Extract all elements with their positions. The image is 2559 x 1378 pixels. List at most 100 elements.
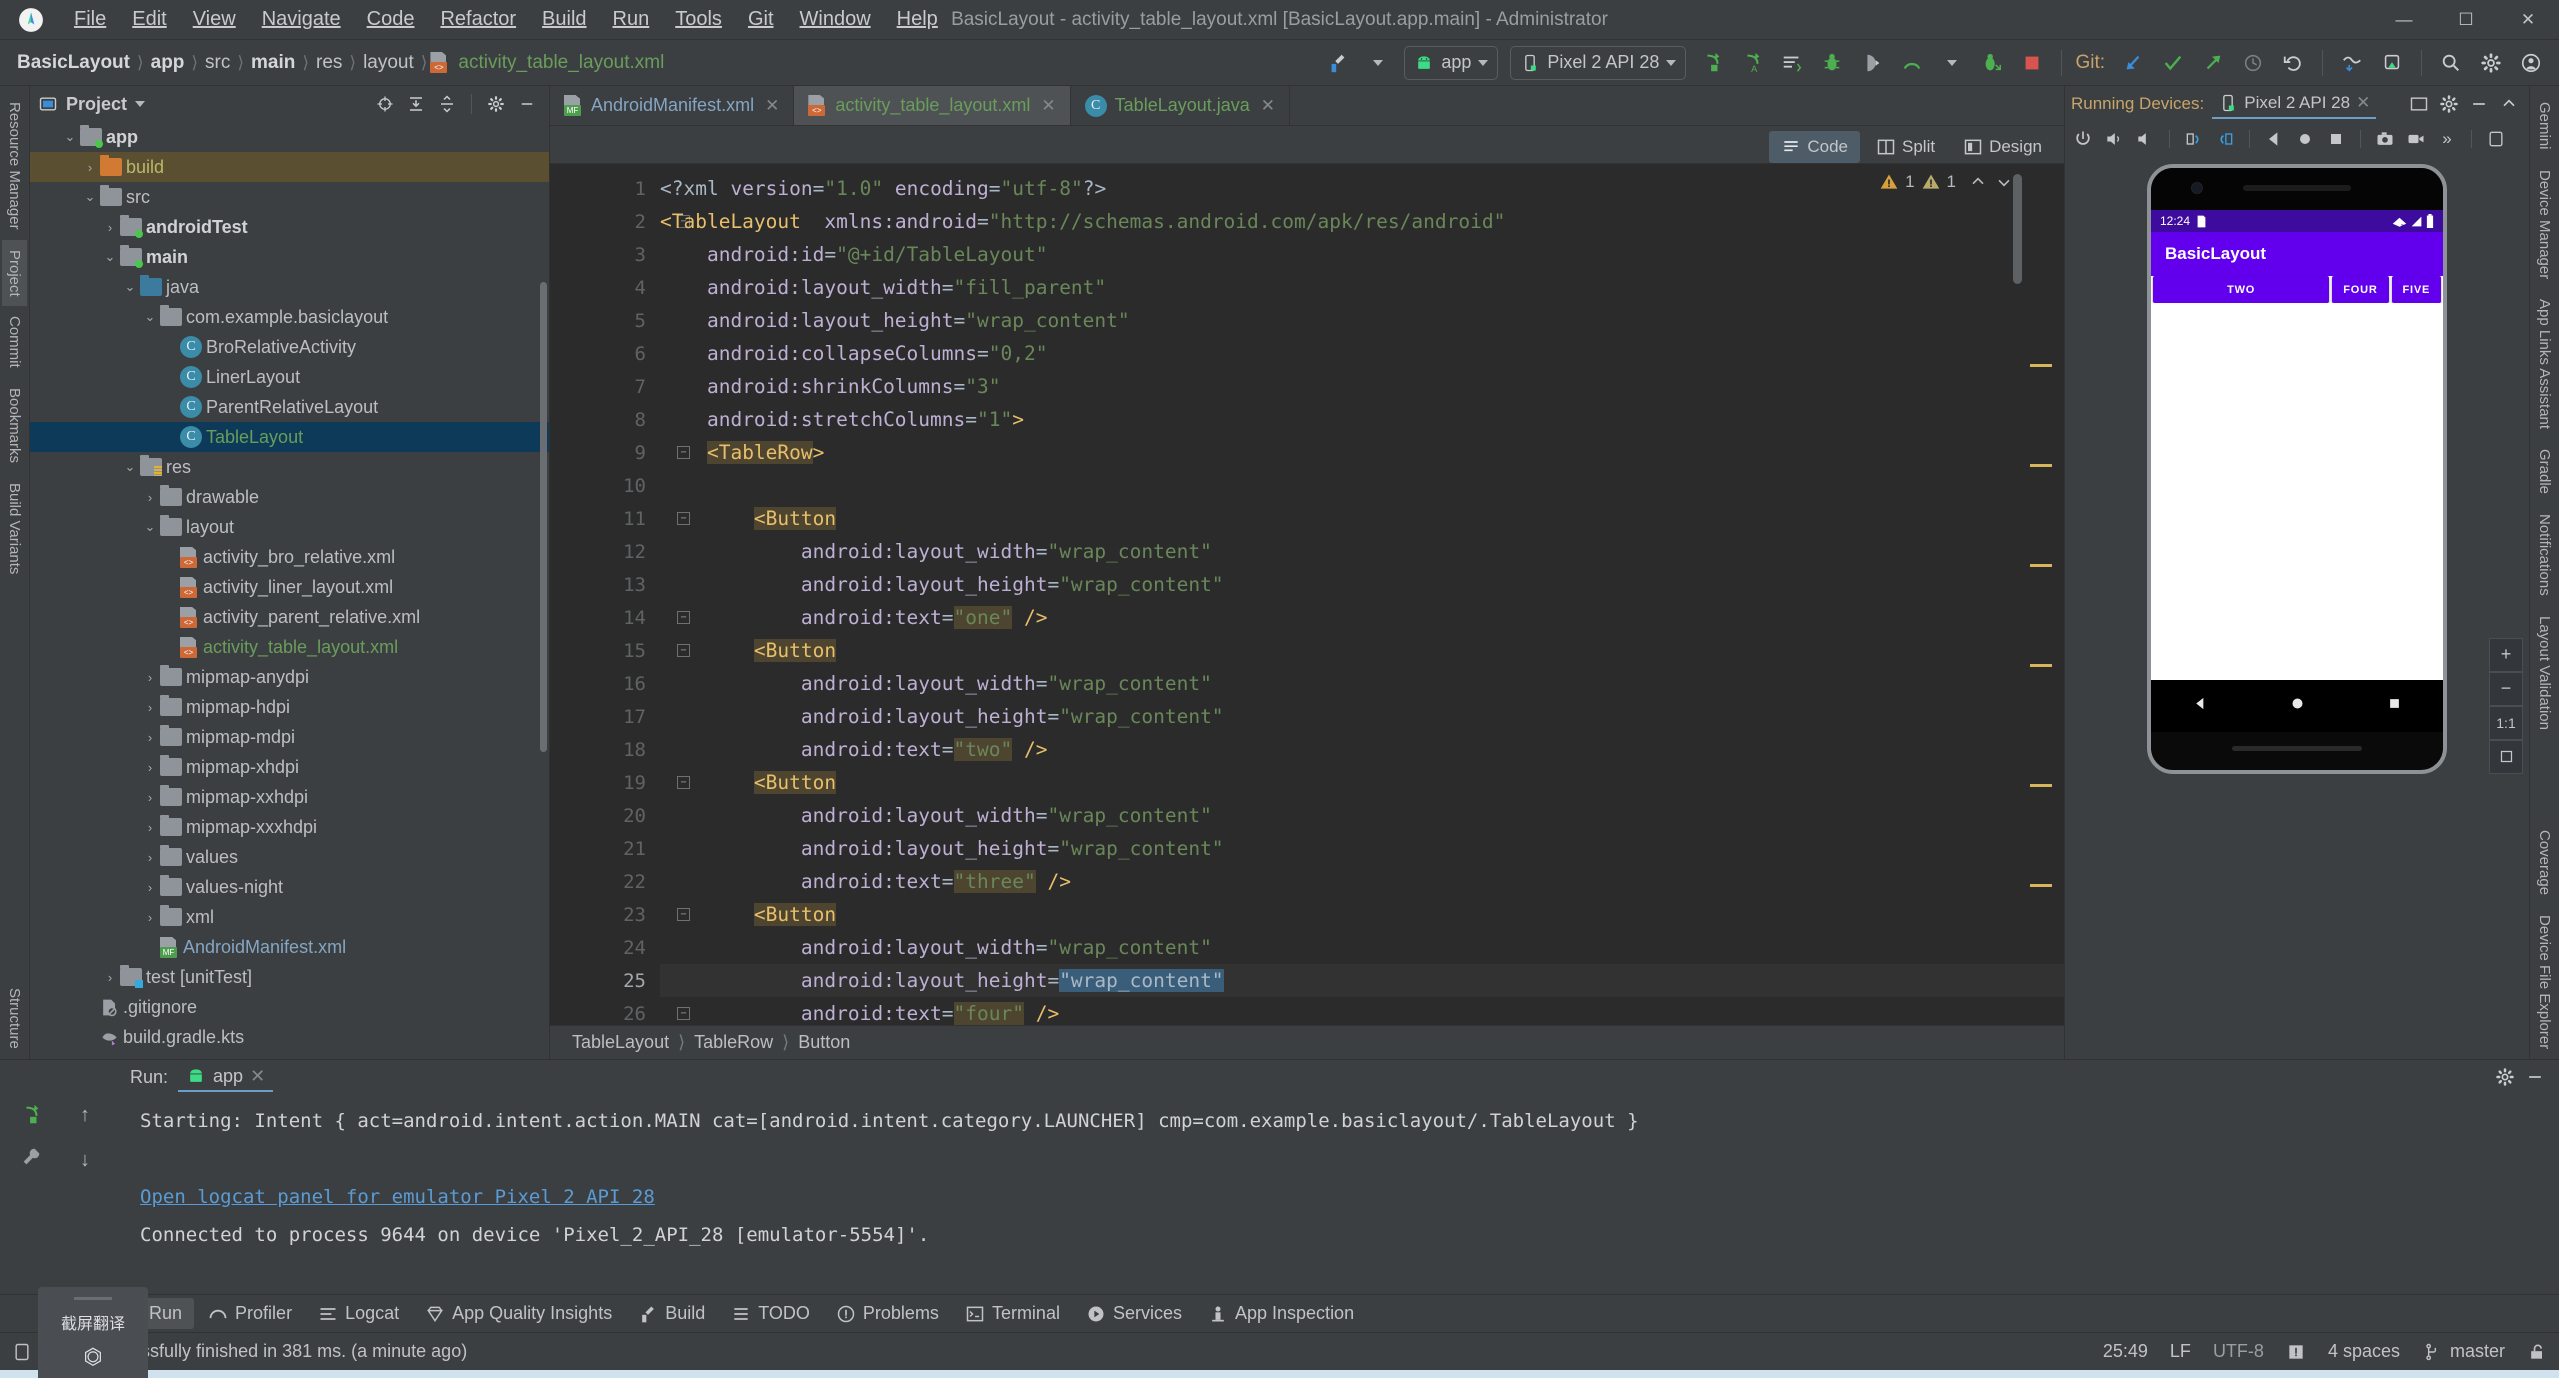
screenshot-icon[interactable] <box>2371 126 2399 152</box>
tree-node[interactable]: › mipmap-xhdpi <box>30 752 549 782</box>
code-line[interactable]: android:collapseColumns="0,2" <box>660 337 2064 370</box>
tree-node[interactable]: C TableLayout <box>30 422 549 452</box>
code-line[interactable]: <?xml version="1.0" encoding="utf-8"?> <box>660 172 2064 205</box>
device-selector[interactable]: Pixel 2 API 28 <box>1510 45 1687 80</box>
menu-edit[interactable]: Edit <box>120 5 178 34</box>
rail-gemini[interactable]: Gemini <box>2532 92 2557 160</box>
chevron-down-icon[interactable]: ⌄ <box>140 309 160 325</box>
line-separator[interactable]: LF <box>2170 1341 2191 1362</box>
chevron-right-icon[interactable]: › <box>100 220 120 235</box>
gear-icon[interactable] <box>2491 1064 2519 1090</box>
menu-run[interactable]: Run <box>601 5 662 34</box>
rail-coverage[interactable]: Coverage <box>2532 820 2557 905</box>
hide-panel-icon[interactable] <box>2521 1064 2549 1090</box>
caret-position[interactable]: 25:49 <box>2103 1341 2148 1362</box>
tree-node[interactable]: <> activity_bro_relative.xml <box>30 542 549 572</box>
code-line[interactable]: android:text="three" /> <box>660 865 2064 898</box>
chevron-down-icon[interactable]: ⌄ <box>80 189 100 205</box>
read-only-icon[interactable] <box>2286 1342 2306 1362</box>
tool-window-app-quality-insights[interactable]: App Quality Insights <box>413 1298 624 1329</box>
attach-debugger-icon[interactable] <box>1854 46 1890 80</box>
stop-button[interactable] <box>2014 46 2050 80</box>
emulator-screen[interactable]: 12:24 x BasicLayout TWO FOUR FIVE <box>2151 210 2443 680</box>
tree-node[interactable]: › build <box>30 152 549 182</box>
chevron-right-icon[interactable]: › <box>140 490 160 505</box>
code-line[interactable]: android:text="four" /> <box>660 997 2064 1025</box>
tool-window-terminal[interactable]: Terminal <box>953 1298 1072 1329</box>
chevron-right-icon[interactable]: › <box>80 160 100 175</box>
rail-structure[interactable]: Structure <box>2 978 27 1059</box>
breadcrumb-layout[interactable]: layout <box>358 50 419 76</box>
git-update-icon[interactable] <box>2115 46 2151 80</box>
expand-all-icon[interactable] <box>402 91 430 117</box>
debug-button[interactable] <box>1814 46 1850 80</box>
code-line[interactable]: android:layout_width="wrap_content" <box>660 667 2064 700</box>
tool-window-logcat[interactable]: Logcat <box>306 1298 411 1329</box>
zoom-actual-size-button[interactable]: 1:1 <box>2489 705 2523 740</box>
breadcrumb-src[interactable]: src <box>200 50 235 76</box>
close-tab-icon[interactable]: ✕ <box>765 96 779 116</box>
chevron-down-icon[interactable] <box>135 101 146 107</box>
structure-crumb-tablelayout[interactable]: TableLayout <box>572 1032 669 1053</box>
profiler-icon[interactable] <box>1894 46 1930 80</box>
breadcrumb-main[interactable]: main <box>246 50 300 76</box>
chevron-right-icon[interactable]: › <box>140 790 160 805</box>
code-line[interactable]: android:layout_width="wrap_content" <box>660 931 2064 964</box>
run-button[interactable] <box>1694 46 1730 80</box>
zoom-out-button[interactable]: − <box>2489 671 2523 706</box>
menu-help[interactable]: Help <box>885 5 950 34</box>
rail-build-variants[interactable]: Build Variants <box>2 473 27 584</box>
rail-notifications[interactable]: Notifications <box>2532 504 2557 606</box>
code-line[interactable]: <TableLayout xmlns:android="http://schem… <box>660 205 2064 238</box>
rail-resource-manager[interactable]: Resource Manager <box>2 92 27 240</box>
code-structure-breadcrumb[interactable]: TableLayout ⟩ TableRow ⟩ Button <box>550 1025 2064 1059</box>
apply-changes-icon[interactable] <box>1774 46 1810 80</box>
close-tab-icon[interactable]: ✕ <box>1261 96 1275 116</box>
build-dropdown-icon[interactable] <box>1360 46 1396 80</box>
tree-node[interactable]: ⌄ res <box>30 452 549 482</box>
tool-window-todo[interactable]: TODO <box>719 1298 822 1329</box>
git-rollback-icon[interactable] <box>2275 46 2311 80</box>
rail-device-file-explorer[interactable]: Device File Explorer <box>2532 905 2557 1059</box>
lock-icon[interactable] <box>2527 1342 2547 1362</box>
structure-crumb-tablerow[interactable]: TableRow <box>694 1032 773 1053</box>
more-actions-icon[interactable]: » <box>2433 126 2461 152</box>
tree-node[interactable]: ⌄ layout <box>30 512 549 542</box>
project-settings-gear-icon[interactable] <box>482 91 510 117</box>
home-button-icon[interactable] <box>2291 126 2319 152</box>
rotate-right-icon[interactable] <box>2211 126 2239 152</box>
tree-node[interactable]: › mipmap-hdpi <box>30 692 549 722</box>
breadcrumb-app[interactable]: app <box>146 50 190 76</box>
nav-overview-icon[interactable] <box>2387 696 2402 716</box>
git-history-icon[interactable] <box>2235 46 2271 80</box>
tree-node[interactable]: MF AndroidManifest.xml <box>30 932 549 962</box>
menu-navigate[interactable]: Navigate <box>250 5 353 34</box>
emulator-device-frame[interactable]: 12:24 x BasicLayout TWO FOUR FIVE <box>2147 164 2447 774</box>
chevron-down-icon[interactable]: ⌄ <box>120 459 140 475</box>
code-line[interactable]: android:layout_height="wrap_content" <box>660 700 2064 733</box>
run-config-tab[interactable]: app ✕ <box>178 1063 274 1092</box>
file-encoding[interactable]: UTF-8 <box>2213 1341 2264 1362</box>
rail-app-links-assistant[interactable]: App Links Assistant <box>2532 289 2557 439</box>
menu-build[interactable]: Build <box>530 5 598 34</box>
project-tree[interactable]: ⌄ app › build ⌄ src › androidTest ⌄ main ⌄ java ⌄ com… <box>30 122 549 1059</box>
account-icon[interactable] <box>2513 46 2549 80</box>
hide-panel-icon[interactable] <box>513 91 541 117</box>
app-button-two[interactable]: TWO <box>2153 276 2330 303</box>
chevron-down-icon[interactable]: ⌄ <box>100 249 120 265</box>
debug-run-icon[interactable] <box>1974 46 2010 80</box>
view-mode-design[interactable]: Design <box>1951 131 2054 163</box>
console-link-text[interactable]: Open logcat panel for emulator Pixel 2 A… <box>140 1186 655 1208</box>
app-button-five[interactable]: FIVE <box>2391 276 2441 303</box>
code-line[interactable]: android:layout_height="wrap_content" <box>660 832 2064 865</box>
device-manager-icon[interactable] <box>2374 46 2410 80</box>
screen-record-icon[interactable] <box>2402 126 2430 152</box>
tree-node[interactable]: › test [unitTest] <box>30 962 549 992</box>
volume-down-icon[interactable] <box>2131 126 2159 152</box>
prev-occurrence-icon[interactable]: ↑ <box>80 1104 90 1127</box>
tree-node[interactable]: proguard-rules.pro <box>30 1052 549 1060</box>
nav-back-icon[interactable] <box>2192 695 2209 717</box>
volume-up-icon[interactable] <box>2100 126 2128 152</box>
back-button-icon[interactable] <box>2260 126 2288 152</box>
rail-layout-validation[interactable]: Layout Validation <box>2532 606 2557 740</box>
